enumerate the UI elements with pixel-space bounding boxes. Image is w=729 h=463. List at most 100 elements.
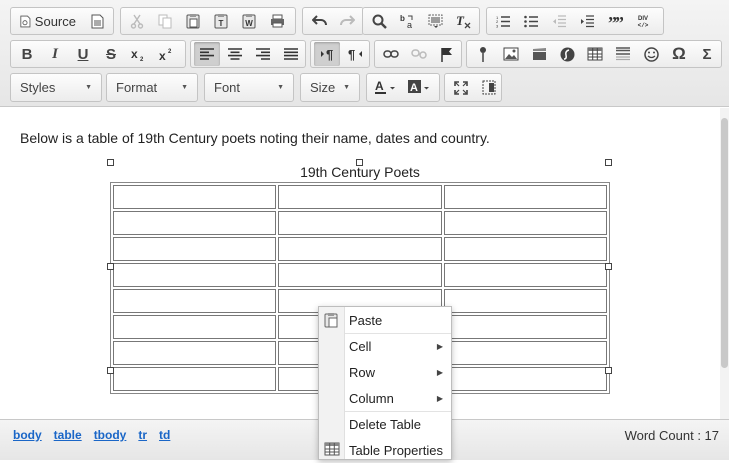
table-cell[interactable]: [113, 315, 277, 339]
menu-item-table-properties[interactable]: Table Properties: [319, 437, 451, 463]
align-center-button[interactable]: [222, 42, 248, 66]
text-color-button[interactable]: A: [370, 76, 402, 100]
links-group: [374, 40, 462, 68]
flash-button[interactable]: [526, 42, 552, 66]
paste-button[interactable]: [180, 9, 206, 33]
table-cell[interactable]: [443, 185, 607, 209]
background-color-button[interactable]: A: [404, 76, 436, 100]
path-item-tbody[interactable]: tbody: [94, 428, 127, 442]
align-right-button[interactable]: [250, 42, 276, 66]
link-button[interactable]: [378, 42, 404, 66]
table-cell[interactable]: [443, 367, 607, 391]
table-cell[interactable]: [278, 237, 442, 261]
select-all-button[interactable]: [422, 9, 448, 33]
blockquote-button[interactable]: ””: [602, 9, 628, 33]
resize-handle-middle-right[interactable]: [605, 263, 612, 270]
font-combo[interactable]: Font ▼: [204, 73, 294, 102]
find-button[interactable]: [366, 9, 392, 33]
italic-button[interactable]: I: [42, 42, 68, 66]
table-cell[interactable]: [443, 263, 607, 287]
outdent-button[interactable]: [546, 9, 572, 33]
math-button[interactable]: Σ: [694, 42, 720, 66]
replace-button[interactable]: ba: [394, 9, 420, 33]
resize-handle-bottom-left[interactable]: [107, 367, 114, 374]
table-row[interactable]: [113, 211, 607, 235]
menu-item-column[interactable]: Column ▶: [319, 385, 451, 411]
path-item-tr[interactable]: tr: [138, 428, 147, 442]
bold-button[interactable]: B: [14, 42, 40, 66]
unlink-button[interactable]: [406, 42, 432, 66]
table-cell[interactable]: [278, 185, 442, 209]
horizontal-rule-button[interactable]: [610, 42, 636, 66]
table-row[interactable]: [113, 263, 607, 287]
format-combo[interactable]: Format ▼: [106, 73, 198, 102]
align-left-button[interactable]: [194, 42, 220, 66]
subscript-button[interactable]: x2: [126, 42, 152, 66]
toolbar: Source T W b a T 1 2 3 ” DIV </> B I U S…: [0, 0, 729, 107]
menu-item-delete-table[interactable]: Delete Table: [319, 411, 451, 437]
smiley-button[interactable]: [638, 42, 664, 66]
resize-handle-top-right[interactable]: [605, 159, 612, 166]
paste-word-button[interactable]: W: [236, 9, 262, 33]
styles-combo[interactable]: Styles ▼: [10, 73, 102, 102]
table-cell[interactable]: [113, 237, 277, 261]
print-button[interactable]: [264, 9, 290, 33]
table-cell[interactable]: [278, 263, 442, 287]
templates-button[interactable]: [84, 9, 110, 33]
path-item-td[interactable]: td: [159, 428, 170, 442]
redo-button[interactable]: [334, 9, 360, 33]
copy-button[interactable]: [152, 9, 178, 33]
rtl-button[interactable]: ¶: [342, 42, 368, 66]
table-row[interactable]: [113, 237, 607, 261]
underline-button[interactable]: U: [70, 42, 96, 66]
scrollbar-thumb[interactable]: [721, 118, 728, 368]
special-char-button[interactable]: Ω: [666, 42, 692, 66]
indent-button[interactable]: [574, 9, 600, 33]
resize-handle-middle-left[interactable]: [107, 263, 114, 270]
menu-item-row[interactable]: Row ▶: [319, 359, 451, 385]
table-cell[interactable]: [113, 263, 277, 287]
justify-button[interactable]: [278, 42, 304, 66]
table-cell[interactable]: [113, 367, 277, 391]
superscript-button[interactable]: x2: [154, 42, 180, 66]
table-cell[interactable]: [113, 341, 277, 365]
table-cell[interactable]: [443, 315, 607, 339]
table-cell[interactable]: [443, 341, 607, 365]
paste-text-button[interactable]: T: [208, 9, 234, 33]
table-cell[interactable]: [278, 211, 442, 235]
table-cell[interactable]: [443, 237, 607, 261]
svg-text:2: 2: [168, 49, 172, 55]
ltr-button[interactable]: ¶: [314, 42, 340, 66]
remove-format-button[interactable]: T: [450, 9, 476, 33]
table-cell[interactable]: [443, 211, 607, 235]
size-combo[interactable]: Size ▼: [300, 73, 360, 102]
create-div-button[interactable]: DIV </>: [630, 9, 656, 33]
resize-handle-top-center[interactable]: [356, 159, 363, 166]
anchor-button[interactable]: [434, 42, 460, 66]
table-cell[interactable]: [113, 185, 277, 209]
table-cell[interactable]: [443, 289, 607, 313]
strikethrough-button[interactable]: S: [98, 42, 124, 66]
undo-button[interactable]: [306, 9, 332, 33]
table-row[interactable]: [113, 185, 607, 209]
menu-item-paste[interactable]: Paste: [319, 307, 451, 333]
table-cell[interactable]: [113, 289, 277, 313]
bulleted-list-button[interactable]: [518, 9, 544, 33]
background-color-icon: A: [408, 80, 429, 94]
resize-handle-bottom-right[interactable]: [605, 367, 612, 374]
table-cell[interactable]: [113, 211, 277, 235]
cut-button[interactable]: [124, 9, 150, 33]
image2-button[interactable]: [470, 42, 496, 66]
path-item-table[interactable]: table: [54, 428, 82, 442]
image-button[interactable]: [498, 42, 524, 66]
flash-object-button[interactable]: [554, 42, 580, 66]
path-item-body[interactable]: body: [13, 428, 42, 442]
show-blocks-button[interactable]: [476, 76, 502, 100]
resize-handle-top-left[interactable]: [107, 159, 114, 166]
colors-group: A A: [366, 73, 440, 102]
menu-item-cell[interactable]: Cell ▶: [319, 333, 451, 359]
source-button[interactable]: Source: [14, 9, 82, 33]
numbered-list-button[interactable]: 123: [490, 9, 516, 33]
maximize-button[interactable]: [448, 76, 474, 100]
table-button[interactable]: [582, 42, 608, 66]
